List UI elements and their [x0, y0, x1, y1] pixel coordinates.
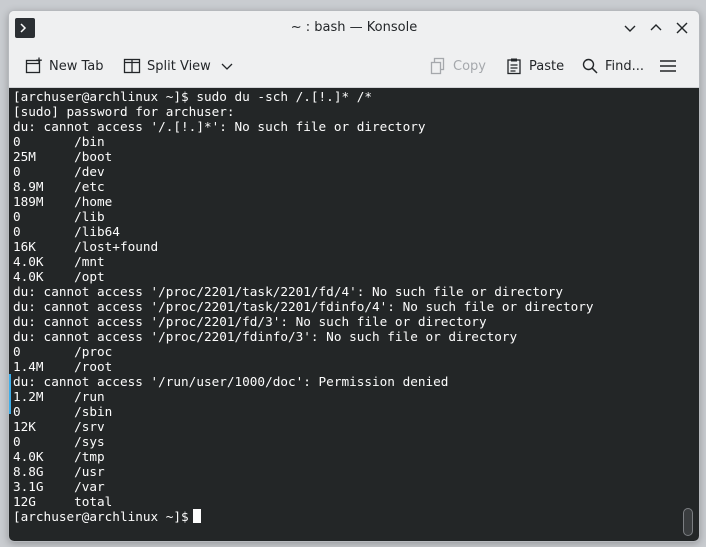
terminal-line: 1.4M /root — [13, 359, 113, 374]
terminal-line: 4.0K /tmp — [13, 449, 105, 464]
chevron-down-icon[interactable] — [219, 58, 235, 74]
paste-button[interactable]: Paste — [505, 53, 564, 79]
terminal-line: 0 /lib — [13, 209, 105, 224]
terminal-line: du: cannot access '/run/user/1000/doc': … — [13, 374, 449, 389]
copy-icon — [430, 57, 445, 75]
terminal-line: 4.0K /opt — [13, 269, 105, 284]
terminal-output[interactable]: [archuser@archlinux ~]$ sudo du -sch /.[… — [13, 89, 675, 524]
close-button[interactable] — [673, 19, 691, 37]
new-tab-icon — [25, 57, 42, 74]
terminal-line: 0 /bin — [13, 134, 105, 149]
terminal-icon[interactable] — [15, 18, 35, 38]
find-label: Find... — [605, 58, 645, 74]
paste-label: Paste — [529, 58, 565, 74]
copy-label: Copy — [453, 58, 486, 74]
terminal-line: 8.9M /etc — [13, 179, 105, 194]
selection-marker — [9, 374, 11, 414]
konsole-window: ~ : bash — Konsole New Tab Split View Co… — [8, 10, 700, 542]
terminal-line: du: cannot access '/proc/2201/task/2201/… — [13, 299, 594, 314]
split-view-button[interactable]: Split View — [123, 53, 235, 79]
terminal-line: 12K /srv — [13, 419, 105, 434]
terminal-line: 4.0K /mnt — [13, 254, 105, 269]
terminal-view[interactable]: [archuser@archlinux ~]$ sudo du -sch /.[… — [9, 88, 699, 541]
terminal-line: 0 /sys — [13, 434, 105, 449]
new-tab-label: New Tab — [49, 58, 104, 74]
split-view-label: Split View — [147, 58, 211, 74]
close-icon — [676, 22, 688, 34]
chevron-up-icon — [650, 24, 662, 31]
terminal-line: 0 /sbin — [13, 404, 113, 419]
terminal-line: 16K /lost+found — [13, 239, 159, 254]
terminal-line: 0 /dev — [13, 164, 105, 179]
terminal-line: du: cannot access '/proc/2201/fd/3': No … — [13, 314, 487, 329]
copy-button[interactable]: Copy — [429, 53, 486, 79]
terminal-line: 12G total — [13, 494, 113, 509]
scrollbar-handle[interactable] — [683, 508, 693, 536]
paste-icon — [507, 58, 521, 75]
terminal-line: 1.2M /run — [13, 389, 105, 404]
new-tab-button[interactable]: New Tab — [25, 53, 104, 79]
window-title: ~ : bash — Konsole — [290, 20, 418, 35]
terminal-line: 189M /home — [13, 194, 113, 209]
terminal-line: du: cannot access '/.[!.]*': No such fil… — [13, 119, 426, 134]
toolbar: New Tab Split View Copy Paste Find... — [9, 45, 699, 88]
terminal-line: [sudo] password for archuser: — [13, 104, 235, 119]
terminal-line: du: cannot access '/proc/2201/task/2201/… — [13, 284, 563, 299]
chevron-down-icon — [624, 25, 636, 32]
terminal-line: 8.8G /usr — [13, 464, 105, 479]
shell-prompt: [archuser@archlinux ~]$ — [13, 509, 189, 524]
title-bar[interactable]: ~ : bash — Konsole — [9, 11, 699, 45]
terminal-line: 0 /proc — [13, 344, 113, 359]
terminal-line: 3.1G /var — [13, 479, 105, 494]
terminal-prompt-line: [archuser@archlinux ~]$ — [13, 509, 675, 524]
hamburger-menu-icon — [660, 60, 676, 72]
split-view-icon — [123, 58, 141, 74]
terminal-line: 25M /boot — [13, 149, 113, 164]
maximize-button[interactable] — [647, 19, 665, 37]
search-icon — [582, 58, 598, 74]
terminal-line: 0 /lib64 — [13, 224, 120, 239]
text-cursor — [192, 509, 201, 523]
terminal-line: [archuser@archlinux ~]$ sudo du -sch /.[… — [13, 89, 373, 104]
minimize-button[interactable] — [621, 19, 639, 37]
find-button[interactable]: Find... — [581, 53, 644, 79]
menu-button[interactable] — [659, 53, 677, 79]
terminal-line: du: cannot access '/proc/2201/fdinfo/3':… — [13, 329, 518, 344]
